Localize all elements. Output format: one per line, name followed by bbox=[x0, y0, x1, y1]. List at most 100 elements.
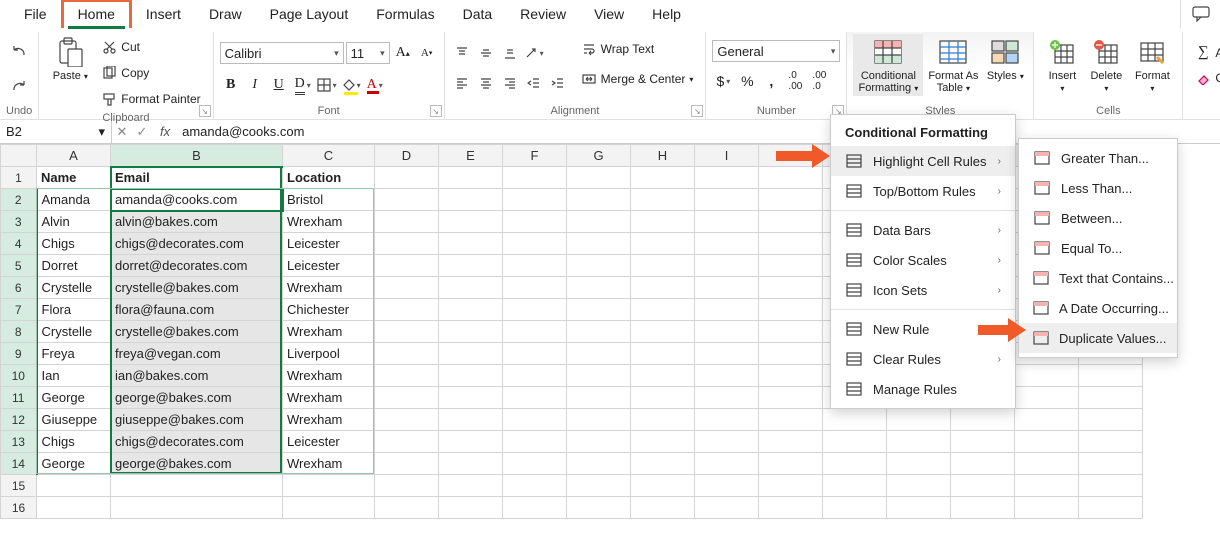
decrease-indent-button[interactable] bbox=[523, 72, 545, 94]
col-header-C[interactable]: C bbox=[283, 145, 375, 167]
cell[interactable]: Leicester bbox=[283, 233, 375, 255]
cell[interactable]: Name bbox=[37, 167, 111, 189]
cell[interactable]: Dorret bbox=[37, 255, 111, 277]
cf-item-data-bars[interactable]: Data Bars› bbox=[831, 215, 1015, 245]
cell[interactable]: Freya bbox=[37, 343, 111, 365]
col-header-I[interactable]: I bbox=[695, 145, 759, 167]
italic-button[interactable]: I bbox=[244, 74, 266, 96]
format-cells-button[interactable]: Format▾ bbox=[1128, 34, 1176, 96]
cell[interactable] bbox=[503, 167, 567, 189]
cell[interactable] bbox=[759, 321, 823, 343]
cell[interactable]: George bbox=[37, 387, 111, 409]
cell[interactable] bbox=[567, 409, 631, 431]
cell[interactable]: Wrexham bbox=[283, 453, 375, 475]
cell[interactable] bbox=[503, 321, 567, 343]
cell[interactable] bbox=[695, 343, 759, 365]
menu-file[interactable]: File bbox=[10, 2, 61, 28]
cell[interactable] bbox=[439, 387, 503, 409]
cell[interactable] bbox=[759, 189, 823, 211]
cell[interactable] bbox=[503, 475, 567, 497]
cell[interactable]: freya@vegan.com bbox=[111, 343, 283, 365]
cell[interactable] bbox=[631, 211, 695, 233]
menu-review[interactable]: Review bbox=[506, 2, 580, 28]
cell[interactable]: Alvin bbox=[37, 211, 111, 233]
cell[interactable]: Chigs bbox=[37, 431, 111, 453]
cell[interactable] bbox=[283, 475, 375, 497]
orientation-button[interactable] bbox=[523, 42, 545, 64]
cell[interactable] bbox=[37, 497, 111, 519]
hcr-item-equal-to-[interactable]: Equal To... bbox=[1019, 233, 1177, 263]
number-format-select[interactable]: General▾ bbox=[712, 40, 840, 62]
cell[interactable] bbox=[439, 409, 503, 431]
cell[interactable] bbox=[439, 167, 503, 189]
cell[interactable] bbox=[695, 255, 759, 277]
cell[interactable]: crystelle@bakes.com bbox=[111, 321, 283, 343]
row-header-10[interactable]: 10 bbox=[1, 365, 37, 387]
cell[interactable] bbox=[567, 431, 631, 453]
cell[interactable] bbox=[759, 167, 823, 189]
cell[interactable] bbox=[759, 453, 823, 475]
cell[interactable] bbox=[439, 497, 503, 519]
underline-button[interactable]: U bbox=[268, 74, 290, 96]
cell[interactable] bbox=[1015, 453, 1079, 475]
decrease-font-button[interactable]: A▾ bbox=[416, 42, 438, 64]
cell[interactable] bbox=[567, 167, 631, 189]
cell[interactable] bbox=[503, 255, 567, 277]
increase-indent-button[interactable] bbox=[547, 72, 569, 94]
cell[interactable] bbox=[759, 409, 823, 431]
cell[interactable]: Crystelle bbox=[37, 277, 111, 299]
cell[interactable] bbox=[503, 387, 567, 409]
cell[interactable] bbox=[823, 431, 887, 453]
cell[interactable] bbox=[631, 189, 695, 211]
cell[interactable]: Leicester bbox=[283, 255, 375, 277]
cell[interactable] bbox=[1079, 497, 1143, 519]
hcr-item-between-[interactable]: Between... bbox=[1019, 203, 1177, 233]
cell[interactable] bbox=[631, 167, 695, 189]
cell[interactable] bbox=[1015, 475, 1079, 497]
cell[interactable] bbox=[695, 453, 759, 475]
cell[interactable] bbox=[759, 387, 823, 409]
cell[interactable] bbox=[823, 453, 887, 475]
cell[interactable] bbox=[111, 475, 283, 497]
fill-color-button[interactable] bbox=[340, 74, 362, 96]
select-all-button[interactable] bbox=[1, 145, 37, 167]
redo-button[interactable] bbox=[8, 76, 30, 98]
cell[interactable]: Chigs bbox=[37, 233, 111, 255]
cell[interactable]: dorret@decorates.com bbox=[111, 255, 283, 277]
cell[interactable] bbox=[567, 189, 631, 211]
cell[interactable] bbox=[375, 475, 439, 497]
menu-page-layout[interactable]: Page Layout bbox=[256, 2, 363, 28]
cell[interactable] bbox=[375, 431, 439, 453]
comma-button[interactable]: , bbox=[760, 70, 782, 92]
cell[interactable] bbox=[1015, 365, 1079, 387]
align-center-button[interactable] bbox=[475, 72, 497, 94]
col-header-A[interactable]: A bbox=[37, 145, 111, 167]
format-as-table-button[interactable]: Format As Table ▾ bbox=[923, 34, 983, 96]
enter-formula-button[interactable]: ✓ bbox=[132, 124, 152, 140]
cell[interactable] bbox=[951, 453, 1015, 475]
comments-button[interactable] bbox=[1180, 0, 1220, 28]
font-color-button[interactable]: A bbox=[364, 74, 386, 96]
menu-home[interactable]: Home bbox=[61, 0, 132, 28]
hcr-item-a-date-occurring-[interactable]: A Date Occurring... bbox=[1019, 293, 1177, 323]
cell[interactable] bbox=[1079, 409, 1143, 431]
cell[interactable] bbox=[1015, 387, 1079, 409]
menu-view[interactable]: View bbox=[580, 2, 638, 28]
cell[interactable] bbox=[567, 497, 631, 519]
wrap-text-button[interactable]: Wrap Text bbox=[579, 40, 696, 58]
cell[interactable] bbox=[695, 167, 759, 189]
cell[interactable]: flora@fauna.com bbox=[111, 299, 283, 321]
cell[interactable] bbox=[503, 299, 567, 321]
cell[interactable]: Leicester bbox=[283, 431, 375, 453]
cell[interactable] bbox=[631, 233, 695, 255]
cell[interactable] bbox=[375, 211, 439, 233]
cell[interactable] bbox=[375, 409, 439, 431]
col-header-H[interactable]: H bbox=[631, 145, 695, 167]
autosum-button[interactable]: ∑AutoSum bbox=[1193, 44, 1220, 62]
cell[interactable]: alvin@bakes.com bbox=[111, 211, 283, 233]
align-top-button[interactable] bbox=[451, 42, 473, 64]
cell[interactable]: Location bbox=[283, 167, 375, 189]
cell[interactable] bbox=[375, 387, 439, 409]
cell[interactable] bbox=[631, 299, 695, 321]
cell[interactable] bbox=[759, 497, 823, 519]
